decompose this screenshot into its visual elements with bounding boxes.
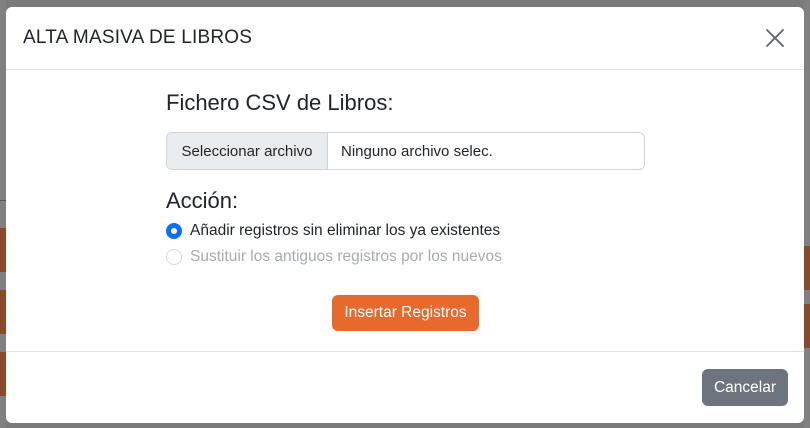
radio-checked-icon[interactable] (166, 223, 182, 239)
background-button (804, 304, 810, 348)
cancel-button[interactable]: Cancelar (702, 369, 788, 406)
bulk-import-modal: ALTA MASIVA DE LIBROS Fichero CSV de Lib… (6, 7, 804, 423)
modal-header: ALTA MASIVA DE LIBROS (6, 7, 804, 70)
modal-title: ALTA MASIVA DE LIBROS (23, 27, 253, 48)
csv-file-input[interactable]: Seleccionar archivo Ninguno archivo sele… (166, 132, 645, 170)
modal-body: Fichero CSV de Libros: Seleccionar archi… (6, 70, 804, 352)
file-name-display: Ninguno archivo selec. (341, 142, 493, 160)
close-button[interactable] (760, 23, 790, 53)
modal-footer: Cancelar (6, 352, 804, 422)
choose-file-button[interactable]: Seleccionar archivo (167, 133, 328, 169)
close-icon (766, 29, 784, 47)
radio-add-records[interactable]: Añadir registros sin eliminar los ya exi… (166, 222, 500, 240)
insert-records-button[interactable]: Insertar Registros (332, 295, 479, 331)
radio-replace-records: Sustituir los antiguos registros por los… (166, 248, 502, 266)
radio-label: Sustituir los antiguos registros por los… (190, 248, 502, 265)
file-label: Fichero CSV de Libros: (166, 90, 394, 115)
background-page-right (804, 0, 810, 428)
radio-label: Añadir registros sin eliminar los ya exi… (190, 222, 501, 239)
background-button (804, 246, 810, 290)
action-label: Acción: (166, 188, 239, 213)
radio-unchecked-icon (166, 249, 182, 265)
